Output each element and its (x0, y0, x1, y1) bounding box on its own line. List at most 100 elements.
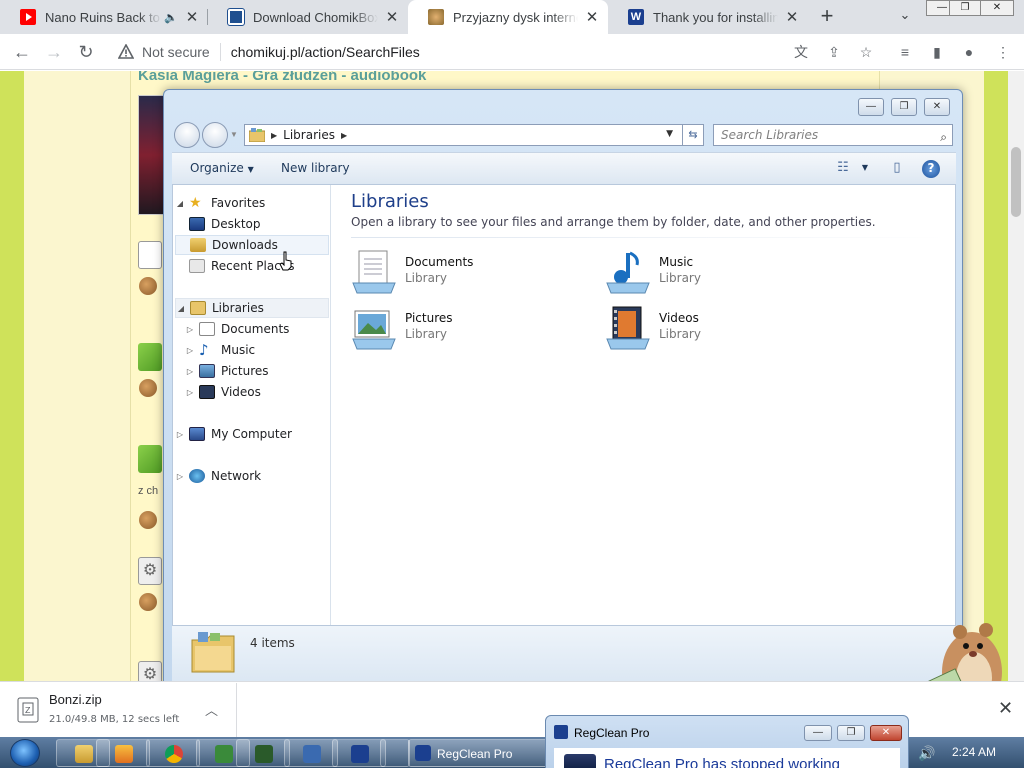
translate-icon[interactable]: 文 (792, 43, 810, 61)
refresh-button[interactable]: ⇆ (682, 124, 704, 146)
media-control-icon[interactable]: ≡ (896, 43, 914, 61)
page-file-title[interactable]: Kasia Magiera - Gra złudzeń - audiobook (138, 71, 426, 84)
organize-button[interactable]: Organize ▼ (190, 161, 254, 175)
terminal-icon (255, 745, 273, 763)
taskbar-clock[interactable]: 2:24 AM (952, 745, 996, 759)
preview-pane-icon[interactable]: ▯ (888, 160, 906, 176)
taskbar-app[interactable] (380, 739, 410, 767)
search-icon[interactable]: ⌕ (940, 127, 947, 147)
scrollbar-thumb[interactable] (1011, 147, 1021, 217)
gear-icon[interactable]: ⚙ (138, 557, 162, 585)
nav-network[interactable]: ▷ Network (175, 466, 329, 486)
nav-desktop[interactable]: Desktop (175, 214, 329, 234)
close-tab-icon[interactable]: ✕ (184, 8, 200, 26)
not-secure-label[interactable]: Not secure (142, 44, 210, 60)
help-icon[interactable]: ? (922, 160, 940, 178)
address-dropdown-icon[interactable]: ▼ (666, 129, 673, 139)
expand-icon[interactable]: ▷ (185, 325, 195, 334)
taskbar-media-player[interactable] (96, 739, 150, 767)
nav-libraries[interactable]: ◢ Libraries (175, 298, 329, 318)
view-options-icon[interactable]: ☷ (834, 160, 852, 176)
tab-chomikbox[interactable]: Download ChomikBox by ✕ (208, 0, 408, 34)
new-tab-button[interactable]: + (816, 5, 838, 27)
collapse-icon[interactable]: ◢ (175, 199, 185, 208)
close-window-button[interactable]: ✕ (980, 0, 1014, 16)
dialog-maximize-button[interactable]: ❐ (837, 725, 865, 741)
download-filename[interactable]: Bonzi.zip (49, 692, 102, 707)
nav-downloads[interactable]: Downloads (175, 235, 329, 255)
expand-icon[interactable]: ▷ (175, 430, 185, 439)
nav-documents[interactable]: ▷ Documents (185, 319, 339, 339)
library-music[interactable]: Music Library (605, 247, 805, 299)
speaker-icon[interactable]: 🔈 (164, 11, 178, 24)
tab-search-button[interactable]: ⌄ (896, 7, 914, 25)
reload-button[interactable]: ↻ (74, 40, 98, 64)
tab-title: Download ChomikBox by (253, 9, 378, 25)
close-tab-icon[interactable]: ✕ (584, 8, 600, 26)
maximize-button[interactable]: ❐ (949, 0, 981, 16)
warning-icon[interactable] (118, 44, 134, 60)
gear-icon[interactable]: ⚙ (138, 661, 162, 681)
menu-kebab-icon[interactable]: ⋮ (994, 43, 1012, 61)
nav-pictures[interactable]: ▷ Pictures (185, 361, 339, 381)
expand-icon[interactable]: ▷ (185, 367, 195, 376)
nav-videos[interactable]: ▷ Videos (185, 382, 339, 402)
app-icon (215, 745, 233, 763)
library-documents[interactable]: Documents Library (351, 247, 551, 299)
taskbar-app[interactable] (236, 739, 290, 767)
view-dropdown-icon[interactable]: ▼ (856, 160, 874, 176)
nav-music[interactable]: ▷ ♪ Music (185, 340, 339, 360)
text-file-icon[interactable] (138, 241, 162, 269)
share-icon[interactable]: ⇪ (825, 43, 843, 61)
tab-youtube[interactable]: Nano Ruins Back to S 🔈 ✕ (0, 0, 208, 34)
chrome-icon (165, 745, 183, 763)
taskbar-app[interactable] (332, 739, 386, 767)
start-button[interactable] (10, 739, 40, 767)
dialog-minimize-button[interactable]: — (804, 725, 832, 741)
taskbar-app[interactable] (284, 739, 338, 767)
expand-icon[interactable]: ▷ (175, 472, 185, 481)
explorer-address-bar[interactable]: ▶ Libraries ▶ ▼ (244, 124, 704, 146)
nav-favorites[interactable]: ◢ ★ Favorites (175, 193, 329, 213)
breadcrumb-chevron-icon[interactable]: ▶ (341, 131, 347, 140)
bookmark-star-icon[interactable]: ☆ (857, 43, 875, 61)
explorer-close-button[interactable]: ✕ (924, 98, 950, 116)
explorer-forward-button[interactable] (202, 122, 228, 148)
new-library-button[interactable]: New library (281, 161, 350, 175)
search-libraries-input[interactable]: Search Libraries ⌕ (713, 124, 953, 146)
volume-icon[interactable]: 🔊 (918, 745, 935, 762)
explorer-minimize-button[interactable]: — (858, 98, 884, 116)
recent-pages-dropdown-icon[interactable]: ▼ (230, 130, 238, 139)
tab-chomikuj-active[interactable]: Przyjazny dysk internetow ✕ (408, 0, 608, 34)
library-videos[interactable]: Videos Library (605, 303, 805, 355)
taskbar-chrome[interactable] (146, 739, 200, 767)
url-text[interactable]: chomikuj.pl/action/SearchFiles (231, 44, 420, 60)
chevron-up-icon[interactable]: ︿ (205, 700, 218, 719)
nav-recent-places[interactable]: Recent Places (175, 256, 329, 276)
expand-icon[interactable]: ▷ (185, 388, 195, 397)
green-file-icon[interactable] (138, 343, 162, 371)
collapse-icon[interactable]: ◢ (176, 304, 186, 313)
close-tab-icon[interactable]: ✕ (384, 8, 400, 26)
close-download-bar-icon[interactable]: ✕ (998, 698, 1013, 719)
nav-my-computer[interactable]: ▷ My Computer (175, 424, 329, 444)
breadcrumb-libraries[interactable]: Libraries (283, 128, 335, 142)
address-bar[interactable]: Not secure chomikuj.pl/action/SearchFile… (108, 37, 886, 67)
breadcrumb-chevron-icon[interactable]: ▶ (271, 131, 277, 140)
regclean-icon (415, 745, 431, 761)
green-file-icon[interactable] (138, 445, 162, 473)
expand-icon[interactable]: ▷ (185, 346, 195, 355)
tab-thank-you[interactable]: W Thank you for installing R ✕ (608, 0, 808, 34)
taskbar-regclean-pro[interactable]: RegClean Pro (408, 739, 548, 767)
library-pictures[interactable]: Pictures Library (351, 303, 551, 355)
close-tab-icon[interactable]: ✕ (784, 8, 800, 26)
profile-avatar-icon[interactable]: ● (960, 43, 978, 61)
side-panel-icon[interactable]: ▮ (928, 43, 946, 61)
forward-button[interactable]: → (42, 40, 66, 64)
back-button[interactable]: ← (10, 40, 34, 64)
explorer-maximize-button[interactable]: ❐ (891, 98, 917, 116)
dialog-close-button[interactable]: ✕ (870, 725, 902, 741)
zip-file-icon[interactable]: Z (17, 697, 39, 723)
explorer-back-button[interactable] (174, 122, 200, 148)
page-scrollbar[interactable] (1008, 71, 1024, 681)
